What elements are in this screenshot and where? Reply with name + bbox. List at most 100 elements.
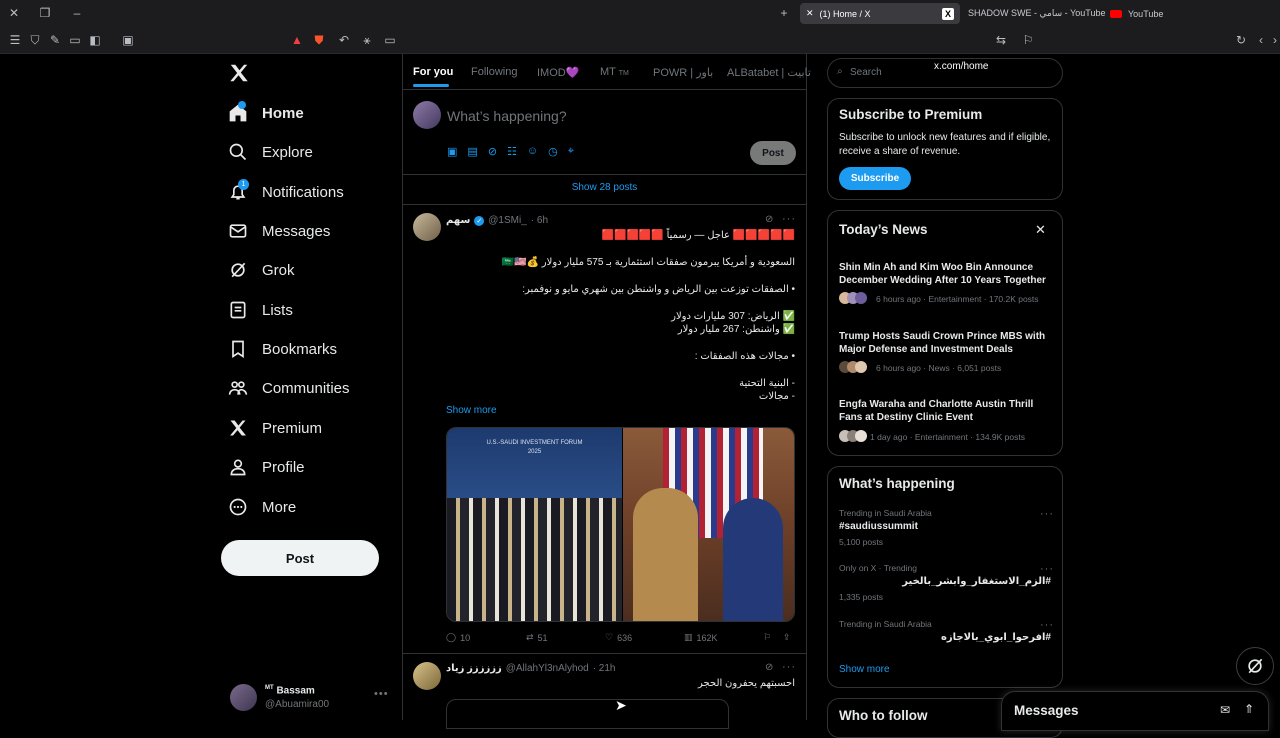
handshake-photo[interactable] bbox=[623, 428, 794, 621]
share-icon[interactable]: ⇆ bbox=[992, 31, 1010, 49]
messages-drawer[interactable]: Messages ✉ ⇑ bbox=[1001, 691, 1269, 731]
emoji-icon[interactable]: ☺ bbox=[527, 145, 538, 158]
nav-home[interactable]: Home bbox=[228, 97, 304, 129]
news-headline[interactable]: Shin Min Ah and Kim Woo Bin Announce Dec… bbox=[839, 261, 1054, 287]
new-tab-icon[interactable]: + bbox=[775, 4, 793, 22]
more-icon[interactable]: ••• bbox=[374, 688, 389, 700]
tab-imod[interactable]: IMOD💜 bbox=[537, 66, 579, 79]
grok-floating-button[interactable] bbox=[1236, 647, 1274, 685]
tab-youtube-shadow[interactable]: SHADOW SWE - سامي - YouTube bbox=[962, 3, 1111, 24]
like-button[interactable]: ♡ 636 bbox=[605, 632, 632, 643]
grok-icon[interactable]: ⊘ bbox=[488, 145, 497, 158]
subscribe-button[interactable]: Subscribe bbox=[839, 167, 911, 190]
location-icon[interactable]: ⌖ bbox=[568, 145, 574, 158]
tweet-avatar[interactable] bbox=[413, 662, 441, 690]
post-button[interactable]: Post bbox=[221, 540, 379, 576]
compose-message-icon[interactable]: ✉ bbox=[1220, 703, 1230, 717]
news-headline[interactable]: Trump Hosts Saudi Crown Prince MBS with … bbox=[839, 330, 1054, 356]
trend-name[interactable]: #saudiussummit bbox=[839, 521, 918, 532]
reply-button[interactable]: ◯ 10 bbox=[446, 632, 470, 643]
account-switcher[interactable]: MT Bassam @Abuamira00 ••• bbox=[228, 682, 398, 714]
tabs-icon[interactable]: ▭ bbox=[66, 31, 84, 49]
share-button[interactable]: ⇪ bbox=[783, 632, 791, 643]
nav-bookmarks[interactable]: Bookmarks bbox=[228, 333, 337, 365]
more-icon[interactable]: ··· bbox=[1040, 508, 1054, 520]
shield-icon[interactable]: ⛉ bbox=[26, 31, 44, 49]
composer-input[interactable]: What’s happening? bbox=[447, 108, 567, 124]
tweet-media[interactable]: U.S.-SAUDI INVESTMENT FORUM 2025 bbox=[446, 427, 795, 622]
back-arrow-icon[interactable]: ↶ bbox=[335, 31, 353, 49]
nav-more[interactable]: More bbox=[228, 491, 296, 523]
reader-icon[interactable]: ▣ bbox=[119, 31, 137, 49]
menu-icon[interactable]: ☰ bbox=[6, 31, 24, 49]
forward-icon[interactable]: › bbox=[1266, 31, 1280, 49]
warning-icon[interactable]: ▲ bbox=[288, 31, 306, 49]
tweet-author-handle[interactable]: @AllahYl3nAlyhod bbox=[506, 663, 589, 674]
schedule-icon[interactable]: ◷ bbox=[548, 145, 558, 158]
nav-notifications[interactable]: Notifications 1 bbox=[228, 176, 344, 208]
tab-powr[interactable]: POWR | باور bbox=[653, 66, 713, 79]
nav-premium[interactable]: Premium bbox=[228, 412, 322, 444]
restore-window-icon[interactable]: ❐ bbox=[36, 4, 54, 22]
close-window-icon[interactable]: ✕ bbox=[5, 4, 23, 22]
nav-label: Home bbox=[262, 104, 304, 122]
show-more-link[interactable]: Show more bbox=[839, 664, 890, 675]
reply-count: 10 bbox=[460, 632, 471, 643]
bookmark-icon[interactable]: ⚐ bbox=[1019, 31, 1037, 49]
grok-icon[interactable]: ⊘ bbox=[765, 214, 773, 225]
views-button[interactable]: ▥ 162K bbox=[684, 632, 718, 643]
tab-mt[interactable]: MT TM bbox=[600, 66, 629, 78]
show-new-posts[interactable]: Show 28 posts bbox=[403, 182, 806, 193]
gif-icon[interactable]: ▤ bbox=[467, 145, 477, 158]
x-logo-icon[interactable] bbox=[228, 62, 250, 84]
nav-profile[interactable]: Profile bbox=[228, 451, 305, 483]
poll-icon[interactable]: ☷ bbox=[507, 145, 517, 158]
grok-icon[interactable]: ⊘ bbox=[765, 662, 773, 673]
nav-label: Bookmarks bbox=[262, 340, 338, 358]
search-box[interactable]: ⌕ Search bbox=[827, 58, 1063, 88]
tweet-author-name[interactable]: سهم bbox=[446, 215, 470, 226]
tweet-media[interactable] bbox=[446, 699, 729, 729]
forum-photo[interactable]: U.S.-SAUDI INVESTMENT FORUM 2025 bbox=[447, 428, 622, 621]
trend-name[interactable]: #افرحوا_ابوي_بالاجازه bbox=[941, 632, 1051, 643]
screen-icon[interactable]: ▭ bbox=[381, 31, 399, 49]
tab-albatabet[interactable]: ALBatabet | تابيت bbox=[727, 66, 811, 79]
bookmark-button[interactable]: ⚐ bbox=[763, 632, 771, 643]
notification-badge: 1 bbox=[238, 179, 249, 190]
tweet-time[interactable]: · 6h bbox=[531, 215, 548, 226]
tweet-author-handle[interactable]: @1SMi_ bbox=[488, 215, 527, 226]
trend-name[interactable]: #الزم_الاستغفار_وابشر_بالخير bbox=[902, 576, 1051, 587]
nav-explore[interactable]: Explore bbox=[228, 136, 313, 168]
minimize-window-icon[interactable]: – bbox=[68, 4, 86, 22]
translate-icon[interactable]: ⚹ bbox=[358, 31, 376, 49]
composer-post-button[interactable]: Post bbox=[750, 141, 796, 165]
more-icon[interactable]: ··· bbox=[782, 213, 796, 225]
search-input[interactable]: Search bbox=[850, 67, 882, 78]
repost-button[interactable]: ⇄ 51 bbox=[526, 632, 548, 643]
tab-following[interactable]: Following bbox=[471, 66, 517, 78]
more-icon[interactable]: ··· bbox=[1040, 619, 1054, 631]
close-tab-icon[interactable]: ✕ bbox=[806, 8, 814, 19]
nav-grok[interactable]: Grok bbox=[228, 254, 295, 286]
news-headline[interactable]: Engfa Waraha and Charlotte Austin Thrill… bbox=[839, 398, 1054, 424]
sidebar-icon[interactable]: ◧ bbox=[86, 31, 104, 49]
reload-icon[interactable]: ↻ bbox=[1232, 31, 1250, 49]
tab-for-you[interactable]: For you bbox=[413, 66, 453, 78]
more-icon[interactable]: ··· bbox=[782, 661, 796, 673]
brave-shield-icon[interactable]: ⛊ bbox=[310, 31, 328, 49]
tweet-time[interactable]: · 21h bbox=[593, 663, 616, 674]
extension-icon[interactable]: ✎ bbox=[46, 31, 64, 49]
nav-messages[interactable]: Messages bbox=[228, 215, 330, 247]
tweet-avatar[interactable] bbox=[413, 213, 441, 241]
show-more-link[interactable]: Show more bbox=[446, 405, 497, 416]
nav-communities[interactable]: Communities bbox=[228, 372, 350, 404]
nav-lists[interactable]: Lists bbox=[228, 294, 293, 326]
verified-icon: ✓ bbox=[474, 215, 485, 226]
more-icon[interactable]: ··· bbox=[1040, 563, 1054, 575]
expand-icon[interactable]: ⇑ bbox=[1244, 702, 1254, 716]
tab-x-home[interactable]: ✕ (1) Home / X X bbox=[800, 3, 960, 24]
close-icon[interactable]: ✕ bbox=[1035, 222, 1046, 238]
image-icon[interactable]: ▣ bbox=[447, 145, 457, 158]
tweet-author-name[interactable]: زززززز زياد bbox=[446, 663, 502, 674]
tab-youtube[interactable]: YouTube bbox=[1104, 3, 1169, 24]
